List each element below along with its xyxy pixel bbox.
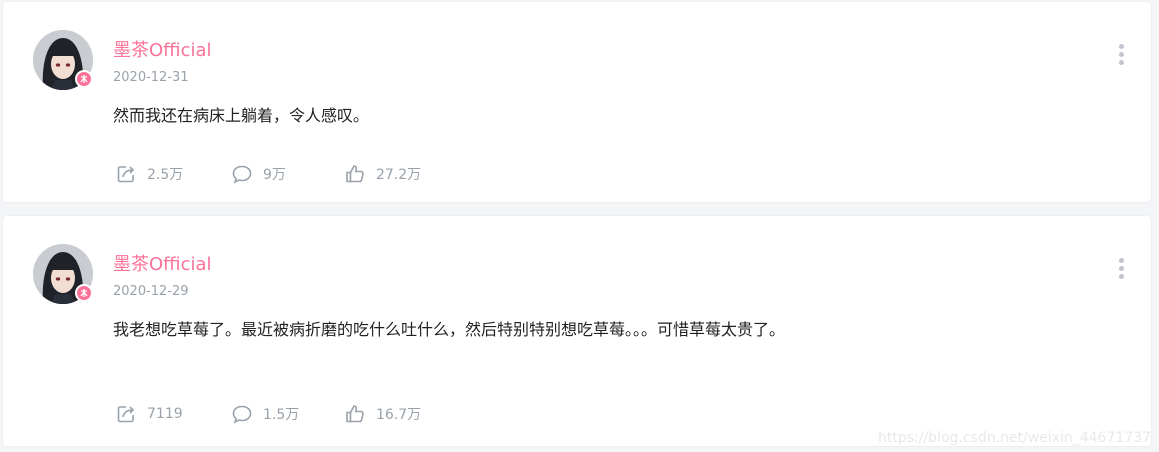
comment-button[interactable]: 1.5万 <box>231 403 344 425</box>
like-button[interactable]: 27.2万 <box>344 163 421 185</box>
like-count: 16.7万 <box>376 407 422 423</box>
thumbs-up-icon <box>346 165 364 183</box>
share-count: 2.5万 <box>147 167 184 183</box>
comment-count: 9万 <box>263 167 286 183</box>
verified-badge-icon <box>75 284 93 302</box>
post-date: 2020-12-29 <box>113 284 189 299</box>
post-date: 2020-12-31 <box>113 70 189 85</box>
more-vertical-icon[interactable] <box>1117 44 1125 66</box>
share-icon <box>117 406 135 423</box>
author-name[interactable]: 墨茶Official <box>113 36 212 62</box>
share-button[interactable]: 7119 <box>115 403 231 425</box>
post-text: 然而我还在病床上躺着，令人感叹。 <box>113 106 370 125</box>
share-button[interactable]: 2.5万 <box>115 163 231 185</box>
comment-icon <box>232 165 252 184</box>
post-actions: 7119 1.5万 16.7万 <box>115 402 421 426</box>
post-card: 墨茶Official 2020-12-29 我老想吃草莓了。最近被病折磨的吃什么… <box>3 216 1151 446</box>
post-text: 我老想吃草莓了。最近被病折磨的吃什么吐什么，然后特别特别想吃草莓。。。可惜草莓太… <box>113 320 786 339</box>
more-vertical-icon[interactable] <box>1117 258 1125 280</box>
post-card: 墨茶Official 2020-12-31 然而我还在病床上躺着，令人感叹。 2… <box>3 2 1151 202</box>
like-button[interactable]: 16.7万 <box>344 403 421 425</box>
share-icon <box>117 166 135 183</box>
comment-icon <box>232 405 252 424</box>
share-count: 7119 <box>147 406 183 422</box>
comment-button[interactable]: 9万 <box>231 163 344 185</box>
post-actions: 2.5万 9万 27.2万 <box>115 162 421 186</box>
thumbs-up-icon <box>346 405 364 423</box>
like-count: 27.2万 <box>376 167 422 183</box>
author-name[interactable]: 墨茶Official <box>113 250 212 276</box>
verified-badge-icon <box>75 70 93 88</box>
watermark: https://blog.csdn.net/weixin_44671737 <box>877 430 1151 446</box>
comment-count: 1.5万 <box>263 407 300 423</box>
